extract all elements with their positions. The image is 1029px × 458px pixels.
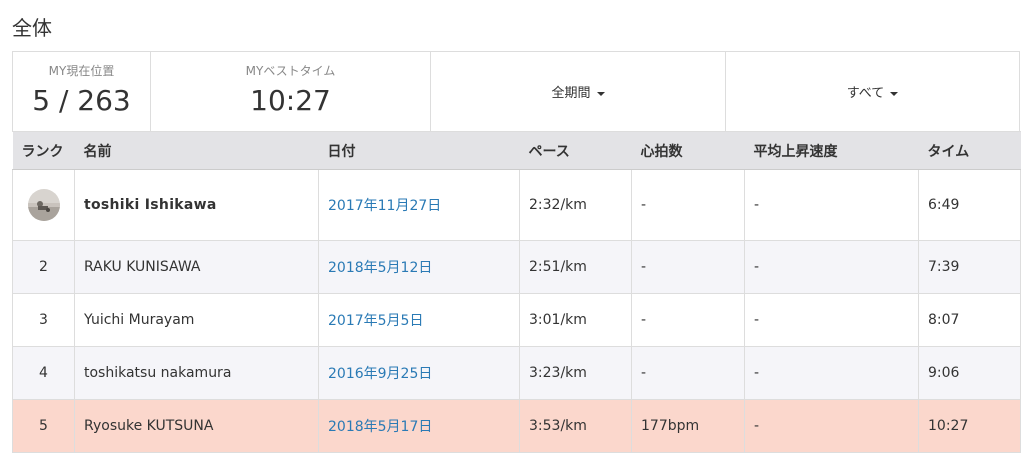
pace-cell: 3:53/km xyxy=(519,399,632,453)
my-best-time-stat: MYベストタイム 10:27 xyxy=(151,52,431,131)
runner-name: RAKU KUNISAWA xyxy=(74,240,319,294)
date-link[interactable]: 2017年11月27日 xyxy=(328,198,441,214)
table-row[interactable]: 3 Yuichi Murayam 2017年5月5日 3:01/km - - 8… xyxy=(12,293,1021,347)
avg-climb-cell: - xyxy=(744,240,919,294)
caret-down-icon xyxy=(596,91,605,96)
column-header-time[interactable]: タイム xyxy=(918,131,1021,170)
column-header-avg-climb[interactable]: 平均上昇速度 xyxy=(744,131,919,170)
avg-climb-cell: - xyxy=(744,399,919,453)
column-header-pace[interactable]: ペース xyxy=(519,131,632,170)
runner-name: Yuichi Murayam xyxy=(74,293,319,347)
rank-cell: 5 xyxy=(12,399,75,453)
period-dropdown-label: 全期間 xyxy=(551,86,591,101)
category-filter: すべて xyxy=(726,52,1019,131)
runner-name: toshiki Ishikawa xyxy=(74,169,319,241)
runner-name: Ryosuke KUTSUNA xyxy=(74,399,319,453)
table-header-row: ランク 名前 日付 ペース 心拍数 平均上昇速度 タイム xyxy=(12,131,1021,170)
table-row[interactable]: 2 RAKU KUNISAWA 2018年5月12日 2:51/km - - 7… xyxy=(12,240,1021,294)
heart-rate-cell: - xyxy=(631,293,745,347)
period-dropdown[interactable]: 全期間 xyxy=(431,82,725,101)
category-dropdown[interactable]: すべて xyxy=(726,82,1019,101)
my-best-time-label: MYベストタイム xyxy=(245,64,336,78)
time-cell: 8:07 xyxy=(918,293,1021,347)
pace-cell: 2:51/km xyxy=(519,240,632,294)
time-cell: 9:06 xyxy=(918,346,1021,400)
table-row[interactable]: toshiki Ishikawa 2017年11月27日 2:32/km - -… xyxy=(12,169,1021,241)
heart-rate-cell: - xyxy=(631,346,745,400)
pace-cell: 3:01/km xyxy=(519,293,632,347)
date-cell: 2017年11月27日 xyxy=(318,169,520,241)
page-title: 全体 xyxy=(12,16,52,40)
table-row[interactable]: 4 toshikatsu nakamura 2016年9月25日 3:23/km… xyxy=(12,346,1021,400)
avg-climb-cell: - xyxy=(744,346,919,400)
rank-cell: 2 xyxy=(12,240,75,294)
heart-rate-cell: - xyxy=(631,240,745,294)
table-row-current-user[interactable]: 5 Ryosuke KUTSUNA 2018年5月17日 3:53/km 177… xyxy=(12,399,1021,453)
period-filter: 全期間 xyxy=(431,52,726,131)
date-link[interactable]: 2017年5月5日 xyxy=(328,313,423,329)
leaderboard-table: ランク 名前 日付 ペース 心拍数 平均上昇速度 タイム toshiki Ish… xyxy=(12,131,1021,453)
pace-cell: 2:32/km xyxy=(519,169,632,241)
date-cell: 2018年5月12日 xyxy=(318,240,520,294)
time-cell: 10:27 xyxy=(918,399,1021,453)
date-cell: 2016年9月25日 xyxy=(318,346,520,400)
avg-climb-cell: - xyxy=(744,169,919,241)
rank-cell xyxy=(12,169,75,241)
time-cell: 7:39 xyxy=(918,240,1021,294)
avg-climb-cell: - xyxy=(744,293,919,347)
column-header-heart-rate[interactable]: 心拍数 xyxy=(631,131,745,170)
date-link[interactable]: 2016年9月25日 xyxy=(328,366,432,382)
date-cell: 2017年5月5日 xyxy=(318,293,520,347)
avatar-photo-icon[interactable] xyxy=(27,189,60,221)
caret-down-icon xyxy=(890,91,899,96)
column-header-name[interactable]: 名前 xyxy=(74,131,319,170)
heart-rate-cell: - xyxy=(631,169,745,241)
runner-name: toshikatsu nakamura xyxy=(74,346,319,400)
my-position-label: MY現在位置 xyxy=(48,64,115,78)
column-header-rank[interactable]: ランク xyxy=(12,131,75,170)
pace-cell: 3:23/km xyxy=(519,346,632,400)
my-position-value: 5 / 263 xyxy=(32,84,131,117)
time-cell: 6:49 xyxy=(918,169,1021,241)
rank-cell: 3 xyxy=(12,293,75,347)
date-link[interactable]: 2018年5月12日 xyxy=(328,260,432,276)
rank-cell: 4 xyxy=(12,346,75,400)
heart-rate-cell: 177bpm xyxy=(631,399,745,453)
category-dropdown-label: すべて xyxy=(846,86,885,101)
stats-bar: MY現在位置 5 / 263 MYベストタイム 10:27 全期間 すべて xyxy=(12,51,1020,132)
date-cell: 2018年5月17日 xyxy=(318,399,520,453)
date-link[interactable]: 2018年5月17日 xyxy=(328,419,432,435)
my-position-stat: MY現在位置 5 / 263 xyxy=(13,52,151,131)
my-best-time-value: 10:27 xyxy=(250,84,331,117)
column-header-date[interactable]: 日付 xyxy=(318,131,520,170)
